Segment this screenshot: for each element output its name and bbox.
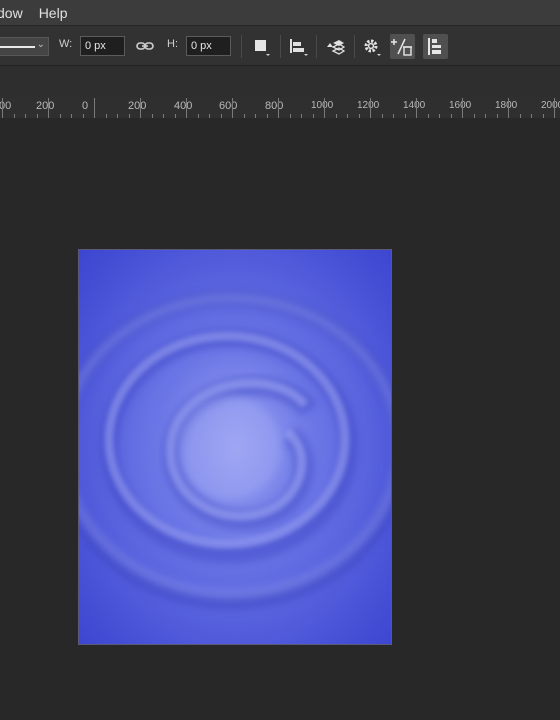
ruler-tick — [416, 98, 417, 118]
ruler-label: 2000 — [541, 100, 560, 111]
align-edges-icon[interactable] — [423, 34, 448, 59]
ruler-label: 200 — [36, 100, 55, 112]
width-field[interactable] — [80, 36, 125, 56]
ruler-tick — [370, 98, 371, 118]
link-icon[interactable] — [135, 36, 155, 56]
path-operations-icon[interactable] — [252, 37, 272, 57]
ruler-tick — [462, 98, 463, 118]
ruler-label: 200 — [128, 100, 147, 112]
ruler-label: 1800 — [495, 100, 518, 111]
document-tab-strip — [0, 66, 560, 98]
divider — [316, 35, 317, 58]
ruler-label: 800 — [265, 100, 284, 112]
ruler-tick — [94, 98, 95, 118]
menu-help[interactable]: Help — [39, 5, 68, 21]
horizontal-ruler[interactable]: 00 200 0 200 400 600 800 1000 1200 1400 … — [0, 97, 560, 119]
ruler-label: 1400 — [403, 100, 426, 111]
canvas-pasteboard[interactable] — [0, 118, 560, 720]
chevron-down-icon: ⌄ — [36, 39, 45, 50]
path-alignment-icon[interactable] — [288, 37, 308, 57]
width-label: W: — [59, 38, 73, 50]
options-bar: ⌄ W: H: — [0, 25, 560, 66]
stroke-preview — [0, 46, 35, 48]
swirl-artwork — [79, 250, 391, 644]
height-label: H: — [167, 38, 178, 50]
document-canvas[interactable] — [78, 249, 392, 645]
gear-icon[interactable] — [362, 37, 382, 57]
ruler-label: 600 — [219, 100, 238, 112]
ruler-label: 1600 — [449, 100, 472, 111]
ruler-tick — [278, 98, 279, 118]
ruler-tick — [554, 98, 555, 118]
menu-window[interactable]: dow — [0, 5, 23, 21]
ruler-label: 1200 — [357, 100, 380, 111]
menu-bar: dow Help — [0, 0, 560, 25]
divider — [241, 35, 242, 58]
ruler-tick — [140, 98, 141, 118]
ruler-tick — [2, 98, 3, 118]
height-field[interactable] — [186, 36, 231, 56]
ruler-tick — [232, 98, 233, 118]
path-arrangement-icon[interactable] — [325, 37, 345, 57]
ruler-tick — [324, 98, 325, 118]
divider — [280, 35, 281, 58]
ruler-label: 400 — [174, 100, 193, 112]
ruler-tick — [508, 98, 509, 118]
ruler-label: 1000 — [311, 100, 334, 111]
ruler-tick — [186, 98, 187, 118]
divider — [354, 35, 355, 58]
constrain-path-icon[interactable] — [390, 34, 415, 59]
ruler-label: 0 — [82, 100, 89, 112]
ruler-tick — [48, 98, 49, 118]
stroke-type-select[interactable]: ⌄ — [0, 37, 49, 56]
